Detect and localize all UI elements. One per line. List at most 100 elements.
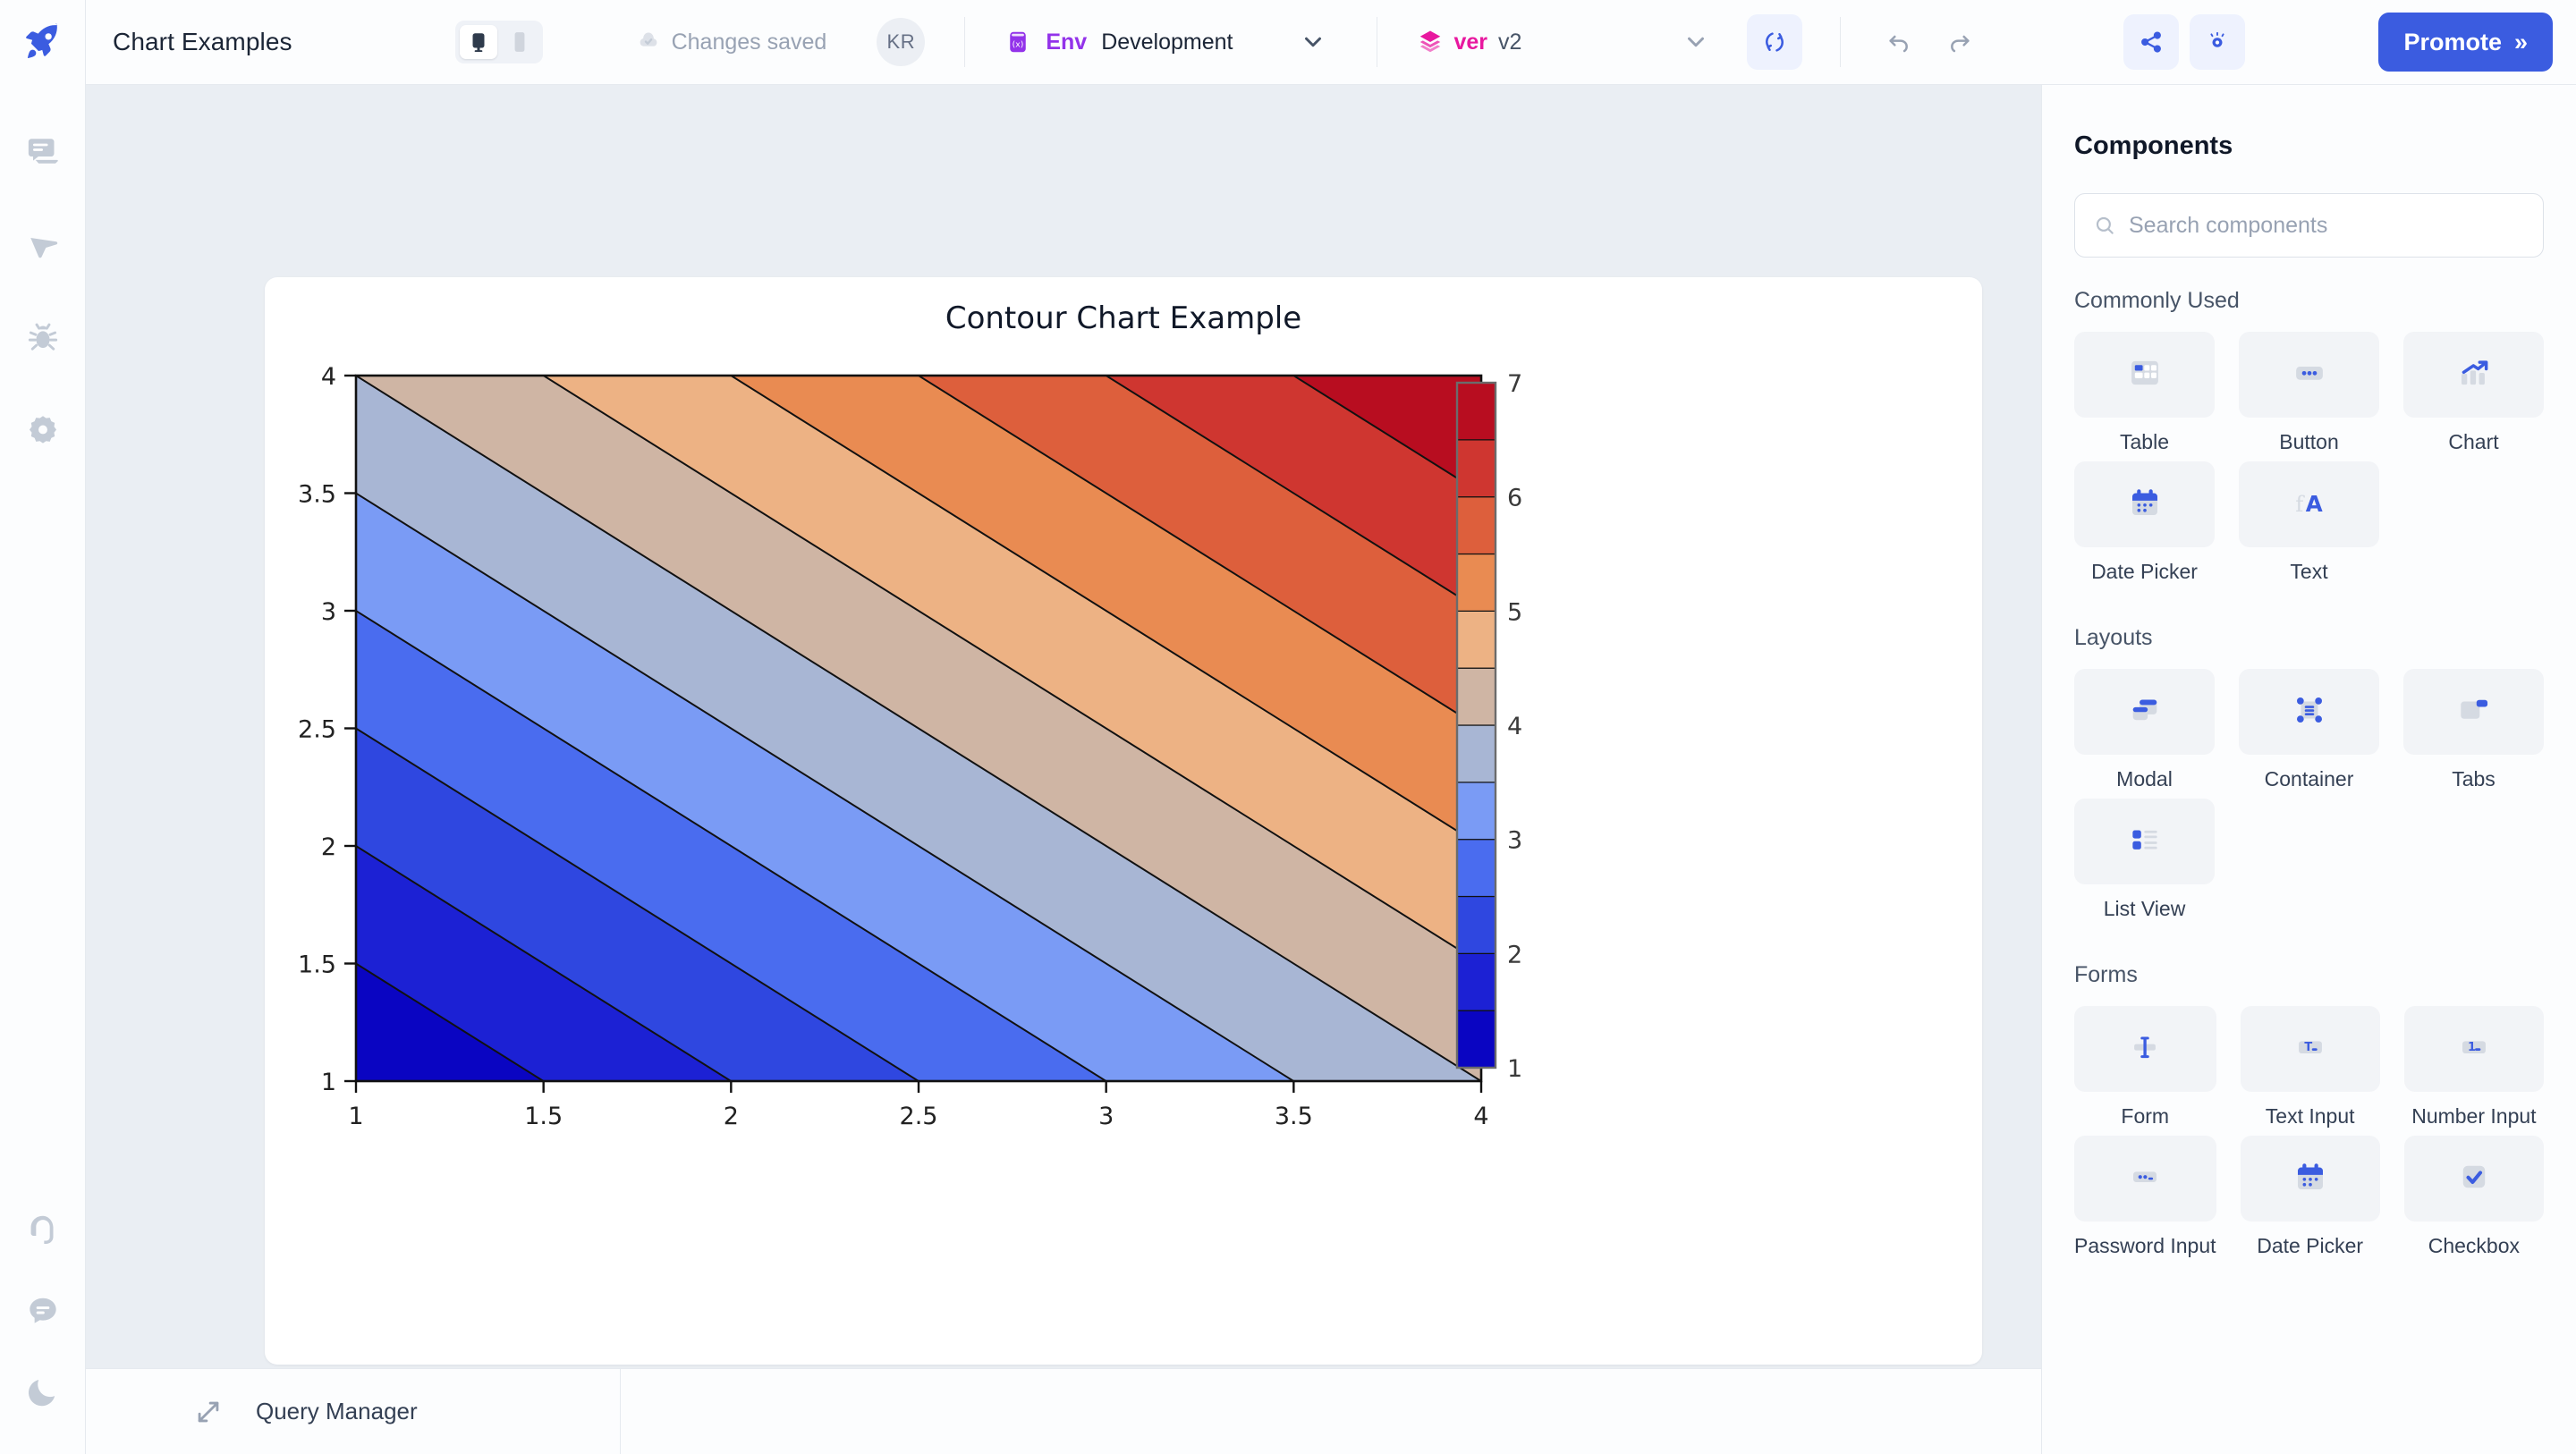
y-tick-label: 2 [321,833,336,861]
x-tick-label: 1 [348,1103,363,1130]
components-panel-title: Components [2074,131,2544,161]
contour-plot: 11.522.533.54 11.522.533.54 1234567 [265,277,1982,1365]
component-item-password-input[interactable]: Password Input [2074,1136,2216,1258]
sidebar-item-settings[interactable] [20,407,66,453]
sidebar-item-inspector[interactable] [20,221,66,267]
component-item-modal[interactable]: Modal [2074,669,2215,791]
component-tile[interactable] [2074,1006,2216,1092]
component-item-text[interactable]: fAText [2239,461,2379,584]
component-item-list-view[interactable]: List View [2074,799,2215,921]
app-logo[interactable] [0,0,86,85]
component-label: Number Input [2411,1104,2536,1129]
layers-icon [1417,29,1444,55]
component-label: Tabs [2452,767,2496,791]
promote-label: Promote [2403,29,2502,56]
component-tile[interactable] [2074,332,2215,418]
sidebar-item-support[interactable] [20,1207,66,1254]
calendar-icon [2292,1158,2329,1200]
component-label: Table [2120,430,2169,454]
divider [1840,17,1841,67]
search-input[interactable] [2129,213,2525,239]
list-view-icon [2126,821,2164,863]
cursor-icon [23,224,63,264]
component-tile[interactable] [2239,669,2379,755]
calendar-icon [2126,484,2164,526]
text-input-icon: T [2292,1028,2329,1070]
password-input-icon [2126,1158,2164,1200]
component-tile[interactable] [2241,1136,2380,1222]
refresh-icon [1761,29,1788,55]
component-item-chart[interactable]: Chart [2403,332,2544,454]
component-tile[interactable] [2074,1136,2216,1222]
share-icon [2138,29,2165,55]
component-label: List View [2104,897,2186,921]
component-tile[interactable]: fA [2239,461,2379,547]
colorbar-tick-label: 1 [1507,1055,1522,1083]
component-item-date-picker[interactable]: Date Picker [2241,1136,2380,1258]
headset-support-icon [22,1210,64,1251]
share-button[interactable] [2123,14,2179,70]
x-tick-label: 1.5 [524,1103,563,1130]
search-icon [2093,214,2116,237]
component-tile[interactable]: T [2241,1006,2380,1092]
chart-widget[interactable]: Contour Chart Example 11.522.533.54 11.5… [265,277,1982,1365]
svg-text:(x): (x) [1013,40,1024,50]
component-tile[interactable] [2074,461,2215,547]
pages-icon [23,131,63,171]
component-tile[interactable] [2403,669,2544,755]
mobile-icon [510,30,530,54]
sidebar-item-debugger[interactable] [20,314,66,360]
redo-icon [1945,28,1974,56]
preview-button[interactable] [2190,14,2245,70]
component-label: Chart [2448,430,2498,454]
component-tile[interactable] [2404,1136,2544,1222]
sidebar-item-pages[interactable] [20,128,66,174]
x-tick-label: 2 [724,1103,739,1130]
env-selector[interactable]: (x) Env Development [1004,29,1326,55]
component-item-table[interactable]: Table [2074,332,2215,454]
component-item-tabs[interactable]: Tabs [2403,669,2544,791]
sidebar-item-chat[interactable] [20,1288,66,1334]
sidebar-item-dark-mode[interactable] [20,1368,66,1415]
redo-button[interactable] [1932,14,1987,70]
version-selector[interactable]: ver v2 [1417,29,1522,55]
component-grid: Table Button Chart Date PickerfAText [2074,332,2544,584]
search-components-field[interactable] [2074,193,2544,258]
refresh-button[interactable] [1747,14,1802,70]
save-status: Changes saved [636,30,827,55]
colorbar-band [1457,440,1496,497]
chevron-down-icon[interactable] [1300,29,1326,55]
component-item-form[interactable]: Form [2074,1006,2216,1129]
mobile-view-button[interactable] [501,25,538,59]
undo-button[interactable] [1871,14,1927,70]
colorbar-band [1457,668,1496,725]
query-manager-bar[interactable]: Query Manager [86,1369,621,1454]
colorbar-band [1457,554,1496,612]
avatar[interactable]: KR [877,18,925,66]
component-item-text-input[interactable]: TText Input [2241,1006,2380,1129]
promote-button[interactable]: Promote » [2378,13,2553,72]
checkbox-icon [2455,1158,2493,1200]
component-item-date-picker[interactable]: Date Picker [2074,461,2215,584]
component-item-container[interactable]: Container [2239,669,2379,791]
colorbar-tick-label: 2 [1507,941,1522,968]
component-item-number-input[interactable]: 1 Number Input [2404,1006,2544,1129]
component-tile[interactable] [2074,669,2215,755]
colorbar-band [1457,1010,1496,1068]
table-icon [2126,354,2164,396]
colorbar-tick-label: 4 [1507,713,1522,740]
component-item-button[interactable]: Button [2239,332,2379,454]
component-tile[interactable]: 1 [2404,1006,2544,1092]
viewport-toggle[interactable] [455,21,543,63]
contour-plot-svg: 11.522.533.54 11.522.533.54 1234567 [265,277,1982,1365]
env-value: Development [1101,30,1233,55]
colorbar-band [1457,725,1496,782]
component-item-checkbox[interactable]: Checkbox [2404,1136,2544,1258]
chevron-down-icon[interactable] [1682,29,1709,55]
component-tile[interactable] [2074,799,2215,884]
colorbar-band [1457,383,1496,440]
preview-eye-icon [2204,29,2231,55]
desktop-view-button[interactable] [460,25,497,59]
component-tile[interactable] [2239,332,2379,418]
component-tile[interactable] [2403,332,2544,418]
